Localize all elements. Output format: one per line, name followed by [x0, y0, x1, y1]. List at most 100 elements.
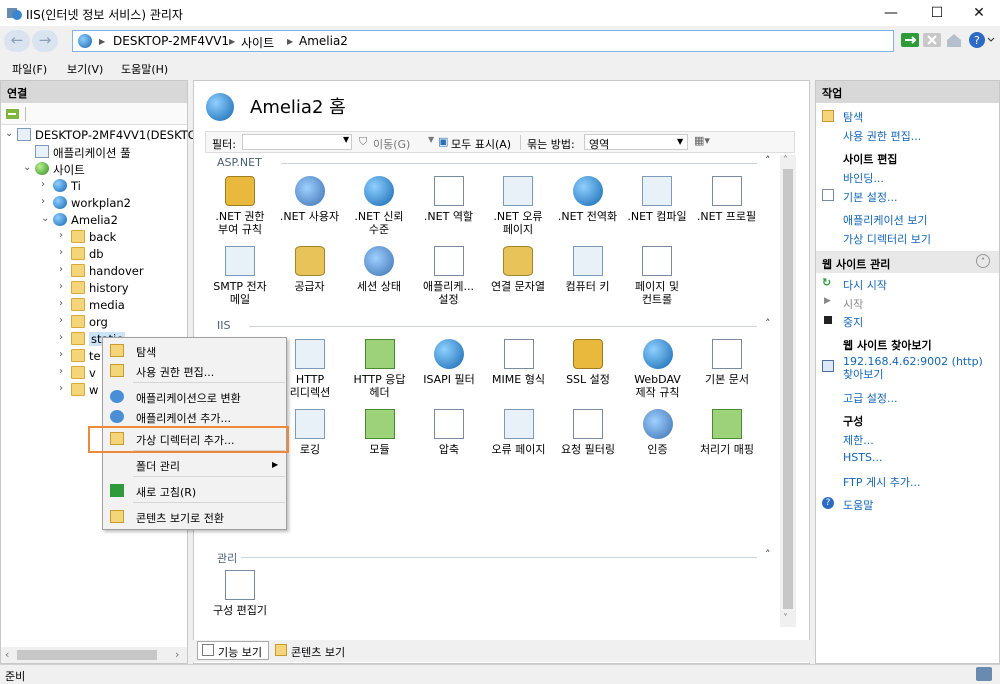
connect-icon[interactable] [5, 107, 21, 121]
aspnet-feature[interactable]: .NET 컴파일 [621, 176, 693, 223]
iis-feature[interactable]: ISAPI 필터 [413, 339, 485, 386]
aspnet-feature[interactable]: SMTP 전자 메일 [204, 246, 276, 306]
minimize-button[interactable]: — [868, 0, 914, 26]
collapse-icon[interactable]: ⌄ [41, 213, 51, 224]
aspnet-feature[interactable]: 애플리케... 설정 [413, 246, 485, 306]
aspnet-feature[interactable]: .NET 프로필 [691, 176, 763, 223]
collapse-icon[interactable]: ˄ [765, 154, 771, 167]
aspnet-feature[interactable]: 연결 문자열 [482, 246, 554, 293]
action-help[interactable]: 도움말 [843, 497, 873, 513]
iis-feature[interactable]: 인증 [622, 409, 694, 456]
expand-icon[interactable]: › [59, 366, 69, 377]
crumb-sites[interactable]: 사이트 [241, 34, 274, 51]
iis-feature[interactable]: 처리기 매핑 [691, 409, 763, 456]
aspnet-feature[interactable]: 세션 상태 [343, 246, 415, 293]
action-basic-settings[interactable]: 기본 설정... [843, 189, 897, 205]
tab-content-view[interactable]: 콘텐츠 보기 [273, 641, 355, 660]
view-mode-icon[interactable]: ▦▾ [694, 134, 710, 147]
expand-icon[interactable]: › [59, 281, 69, 292]
back-button[interactable]: ← [4, 30, 30, 52]
expand-icon[interactable]: › [59, 298, 69, 309]
collapse-icon[interactable]: ˄ [765, 317, 771, 330]
close-button[interactable]: ✕ [956, 0, 1000, 26]
iis-feature[interactable]: 오류 페이지 [483, 409, 555, 456]
scroll-up-icon[interactable]: ˄ [783, 155, 788, 166]
ctx-item-2[interactable]: 애플리케이션으로 변환 [104, 386, 286, 408]
address-bar[interactable]: ▶ DESKTOP-2MF4VV1 ▶ 사이트 ▶ Amelia2 [72, 30, 894, 52]
menu-file[interactable]: 파일(F) [12, 61, 47, 77]
scroll-thumb[interactable] [783, 169, 793, 609]
maximize-button[interactable]: ☐ [914, 0, 960, 26]
stop-icon[interactable] [922, 31, 942, 49]
action-hsts[interactable]: HSTS... [843, 451, 882, 464]
iis-feature[interactable]: HTTP 응답 헤더 [344, 339, 416, 399]
scroll-right-icon[interactable]: › [175, 648, 179, 661]
aspnet-feature[interactable]: .NET 신뢰 수준 [343, 176, 415, 236]
scroll-down-icon[interactable]: ˅ [783, 613, 788, 624]
ctx-item-6[interactable]: 새로 고침(R) [104, 480, 286, 502]
aspnet-feature[interactable]: .NET 사용자 [274, 176, 346, 223]
ctx-item-1[interactable]: 사용 권한 편집... [104, 360, 286, 382]
scroll-thumb[interactable] [17, 650, 157, 660]
tree-hscrollbar[interactable]: ‹ › [1, 647, 187, 663]
action-restart[interactable]: 다시 시작 [843, 277, 887, 293]
expand-icon[interactable]: › [41, 179, 51, 190]
collapse-icon[interactable]: ˄ [976, 254, 990, 268]
refresh-icon[interactable] [900, 31, 920, 49]
expand-icon[interactable]: › [59, 247, 69, 258]
expand-icon[interactable]: › [59, 264, 69, 275]
action-limits[interactable]: 제한... [843, 432, 874, 448]
expand-icon[interactable]: › [41, 196, 51, 207]
show-all-button[interactable]: 모두 표시(A) [451, 136, 511, 152]
aspnet-feature[interactable]: 공급자 [274, 246, 346, 293]
forward-button[interactable]: → [32, 30, 58, 52]
crumb-site[interactable]: Amelia2 [299, 34, 348, 48]
aspnet-feature[interactable]: 페이지 및 컨트롤 [621, 246, 693, 306]
filter-input[interactable] [242, 134, 352, 150]
aspnet-feature[interactable]: .NET 오류 페이지 [482, 176, 554, 236]
aspnet-feature[interactable]: .NET 역할 [413, 176, 485, 223]
chevron-down-icon[interactable]: ▼ [343, 135, 349, 144]
action-view-apps[interactable]: 애플리케이션 보기 [843, 212, 927, 228]
ctx-item-3[interactable]: 애플리케이션 추가... [104, 406, 286, 428]
iis-feature[interactable]: SSL 설정 [552, 339, 624, 386]
menu-view[interactable]: 보기(V) [67, 61, 103, 77]
chevron-down-icon[interactable]: ▼ [428, 135, 434, 144]
features-vscrollbar[interactable]: ˄ ˅ [780, 155, 796, 627]
action-explore[interactable]: 탐색 [843, 109, 863, 125]
action-add-ftp[interactable]: FTP 게시 추가... [843, 474, 920, 490]
iis-feature[interactable]: 기본 문서 [691, 339, 763, 386]
menu-help[interactable]: 도움말(H) [121, 61, 168, 77]
go-button[interactable]: 이동(G) [373, 136, 410, 152]
aspnet-feature[interactable]: .NET 전역화 [552, 176, 624, 223]
help-icon[interactable]: ? [968, 31, 995, 49]
ctx-item-0[interactable]: 탐색 [104, 340, 286, 362]
expand-icon[interactable]: › [59, 315, 69, 326]
manage-feature[interactable]: 구성 편집기 [204, 570, 276, 617]
collapse-icon[interactable]: ˄ [765, 548, 771, 561]
action-bindings[interactable]: 바인딩... [843, 170, 884, 186]
collapse-icon[interactable]: ⌄ [5, 128, 15, 139]
manage-site-group[interactable]: 웹 사이트 관리 ˄ [816, 251, 999, 273]
action-advanced-settings[interactable]: 고급 설정... [843, 390, 897, 406]
ctx-item-5[interactable]: 폴더 관리 ▶ [104, 454, 286, 476]
expand-icon[interactable]: › [59, 230, 69, 241]
iis-feature[interactable]: 요청 필터링 [552, 409, 624, 456]
scroll-left-icon[interactable]: ‹ [5, 648, 9, 661]
crumb-server[interactable]: DESKTOP-2MF4VV1 [113, 34, 229, 48]
aspnet-feature[interactable]: 컴퓨터 키 [552, 246, 624, 293]
expand-icon[interactable]: › [59, 383, 69, 394]
home-icon[interactable] [944, 31, 964, 49]
expand-icon[interactable]: › [59, 332, 69, 343]
collapse-icon[interactable]: ⌄ [23, 162, 33, 173]
iis-feature[interactable]: 모듈 [344, 409, 416, 456]
tab-features-view[interactable]: 기능 보기 [197, 641, 269, 660]
action-view-vdirs[interactable]: 가상 디렉터리 보기 [843, 231, 931, 247]
group-by-select[interactable]: 영역 ▼ [584, 134, 688, 151]
iis-feature[interactable]: MIME 형식 [483, 339, 555, 386]
action-stop[interactable]: 중지 [843, 314, 863, 330]
iis-feature[interactable]: WebDAV 제작 규칙 [622, 339, 694, 399]
ctx-item-7[interactable]: 콘텐츠 보기로 전환 [104, 506, 286, 528]
action-edit-permissions[interactable]: 사용 권한 편집... [843, 128, 921, 144]
iis-feature[interactable]: 압축 [413, 409, 485, 456]
